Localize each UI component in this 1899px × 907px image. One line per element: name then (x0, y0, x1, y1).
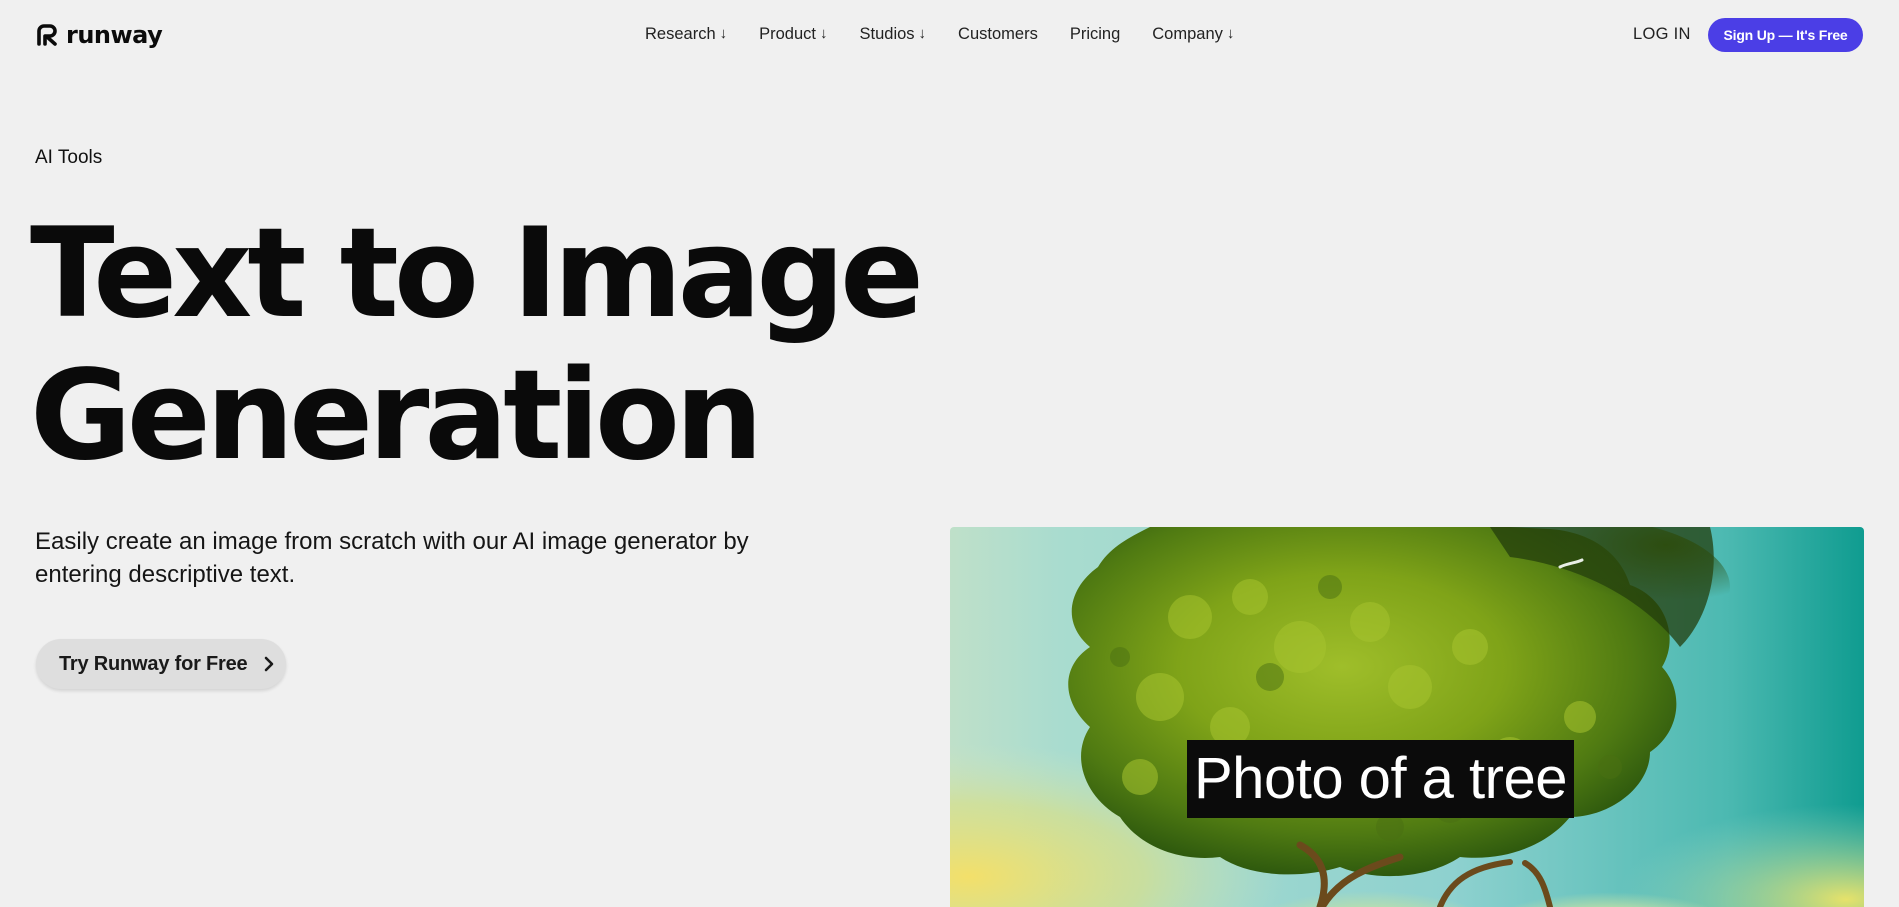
arrow-down-icon: ↓ (1226, 25, 1235, 42)
site-header: runway Research ↓ Product ↓ Studios ↓ Cu… (0, 0, 1899, 70)
nav-item-label: Company (1152, 25, 1223, 43)
nav-item-product[interactable]: Product ↓ (759, 22, 827, 46)
page-title-line-1: Text to Image (30, 202, 924, 346)
page-title: Text to Image Generation (30, 202, 924, 488)
nav-item-studios[interactable]: Studios ↓ (860, 22, 927, 46)
example-image: Photo of a tree (950, 527, 1864, 907)
nav-item-label: Pricing (1069, 25, 1121, 43)
login-link[interactable]: LOG IN (1633, 22, 1691, 46)
try-runway-button[interactable]: Try Runway for Free (36, 639, 286, 689)
page-title-line-2: Generation (30, 344, 763, 488)
nav-item-label: Product (759, 25, 816, 43)
arrow-down-icon: ↓ (918, 25, 927, 42)
arrow-down-icon: ↓ (719, 25, 728, 42)
arrow-down-icon: ↓ (820, 25, 828, 42)
image-caption: Photo of a tree (1187, 740, 1574, 818)
section-eyebrow: AI Tools (35, 147, 103, 168)
logo-link[interactable]: runway (35, 20, 163, 50)
runway-logo-icon (37, 23, 57, 46)
nav-item-company[interactable]: Company ↓ (1152, 22, 1234, 46)
nav-item-pricing[interactable]: Pricing (1070, 22, 1120, 46)
brand-name: runway (66, 21, 163, 49)
nav-item-label: Studios (859, 25, 915, 43)
cta-label: Try Runway for Free (59, 652, 248, 675)
signup-button[interactable]: Sign Up — It's Free (1708, 18, 1863, 52)
hero-description: Easily create an image from scratch with… (35, 528, 749, 588)
tree-photo (950, 527, 1864, 907)
nav-item-label: Research (645, 25, 716, 43)
main-nav: Research ↓ Product ↓ Studios ↓ Customers… (645, 22, 1234, 46)
nav-item-label: Customers (958, 25, 1038, 43)
chevron-right-icon (265, 656, 274, 672)
nav-item-research[interactable]: Research ↓ (645, 22, 727, 46)
nav-item-customers[interactable]: Customers (958, 22, 1038, 46)
